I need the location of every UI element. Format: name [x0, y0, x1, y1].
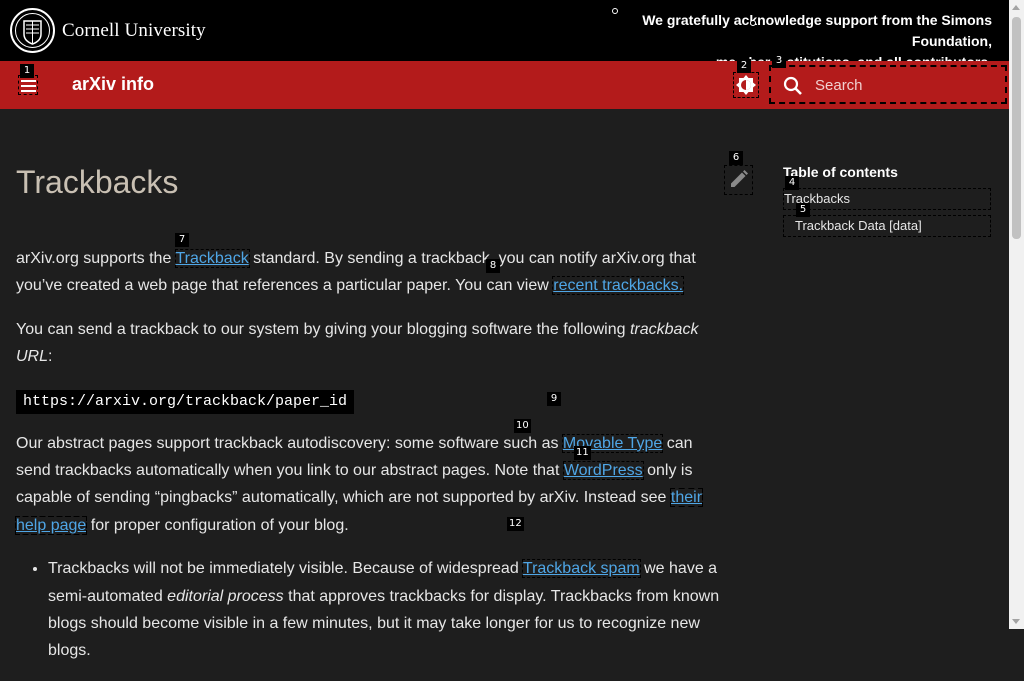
scroll-up-arrow-icon[interactable] — [1012, 5, 1020, 10]
text: for proper configuration of your blog. — [86, 516, 349, 534]
notes-list: Trackbacks will not be immediately visib… — [16, 555, 728, 665]
trackback-link[interactable]: Trackback — [174, 249, 250, 268]
university-name: Cornell University — [62, 19, 206, 41]
scroll-down-arrow-icon[interactable] — [1012, 619, 1020, 624]
toc-heading: Table of contents — [783, 164, 898, 180]
text: Our abstract pages support trackback aut… — [16, 434, 563, 452]
site-title[interactable]: arXiv info — [72, 74, 154, 95]
index-tag: 12 — [507, 517, 524, 531]
text: Trackbacks will not be immediately visib… — [48, 560, 523, 578]
acknowledgement-line-1: We gratefully acknowledge support from t… — [642, 12, 992, 49]
toc-item-trackback-data[interactable]: Trackback Data [data] — [783, 215, 991, 237]
list-item: Trackbacks will not be immediately visib… — [48, 555, 728, 665]
marker-dot-icon — [750, 20, 756, 26]
cornell-banner: Cornell University We gratefully acknowl… — [0, 0, 1009, 70]
index-tag: 9 — [547, 392, 561, 406]
brightness-icon — [736, 75, 756, 95]
search-input[interactable] — [813, 73, 993, 97]
autodiscovery-paragraph: Our abstract pages support trackback aut… — [14, 430, 728, 540]
toc-item-trackbacks[interactable]: Trackbacks — [783, 188, 991, 210]
wordpress-link[interactable]: WordPress — [562, 461, 644, 481]
theme-toggle-button[interactable] — [733, 72, 759, 98]
text: arXiv.org supports the — [16, 250, 176, 267]
index-tag: 4 — [785, 176, 799, 190]
index-tag: 6 — [729, 151, 743, 165]
trackback-url-code: https://arxiv.org/trackback/paper_id — [16, 389, 355, 414]
trackback-spam-link[interactable]: Trackback spam — [521, 559, 641, 579]
scroll-thumb[interactable] — [1012, 17, 1021, 239]
text: : — [48, 348, 53, 366]
cornell-logo[interactable]: Cornell University — [10, 8, 206, 53]
page-title: Trackbacks — [16, 164, 179, 200]
recent-trackbacks-link[interactable]: recent trackbacks. — [552, 276, 685, 296]
edit-page-button[interactable] — [724, 165, 753, 195]
search-box[interactable] — [769, 65, 1007, 104]
index-tag: 11 — [574, 446, 591, 460]
emphasis: editorial process — [167, 587, 284, 605]
search-icon — [783, 76, 802, 95]
index-tag: 7 — [175, 233, 189, 247]
index-tag: 3 — [772, 54, 786, 68]
table-of-contents: Table of contents Trackbacks Trackback D… — [783, 163, 991, 237]
index-tag: 5 — [796, 203, 810, 217]
index-tag: 2 — [737, 59, 751, 73]
article-body: arXiv.org supports the Trackback standar… — [14, 245, 728, 681]
cornell-seal-icon — [10, 8, 55, 53]
intro-paragraph: arXiv.org supports the Trackback standar… — [16, 245, 728, 300]
trackback-url-paragraph: You can send a trackback to our system b… — [16, 316, 728, 371]
menu-hamburger-icon[interactable] — [18, 75, 38, 95]
index-tag: 1 — [20, 64, 34, 78]
marker-dot-icon — [612, 8, 618, 14]
pencil-icon — [731, 170, 748, 187]
page-scrollbar[interactable] — [1009, 0, 1024, 629]
index-tag: 8 — [486, 259, 500, 273]
index-tag: 10 — [514, 419, 531, 433]
text: You can send a trackback to our system b… — [16, 320, 630, 338]
